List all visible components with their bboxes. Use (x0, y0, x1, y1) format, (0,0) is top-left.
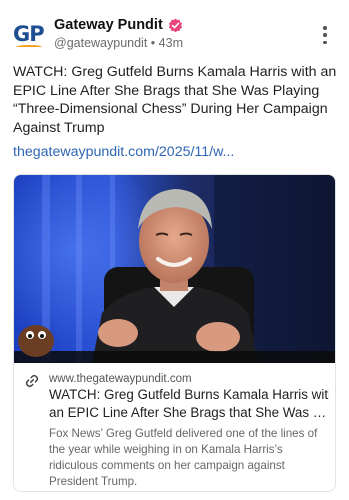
avatar-logo: GP (13, 22, 45, 46)
menu-dot (323, 33, 327, 37)
link-preview-card[interactable]: www.thegatewaypundit.com WATCH: Greg Gut… (13, 174, 336, 492)
post-link[interactable]: thegatewaypundit.com/2025/11/w... (13, 144, 234, 160)
menu-dot (323, 40, 327, 44)
avatar[interactable]: GP (13, 17, 47, 51)
meta-separator: • (150, 36, 156, 50)
author-meta: @gatewaypundit • 43m (54, 36, 183, 50)
author-name[interactable]: Gateway Pundit (54, 17, 163, 33)
more-vertical-icon[interactable] (318, 26, 332, 44)
card-meta[interactable]: www.thegatewaypundit.com WATCH: Greg Gut… (14, 363, 335, 491)
link-icon (25, 374, 39, 388)
card-title-line-2: an EPIC Line After She Brags that She Wa… (49, 404, 329, 420)
card-thumbnail[interactable] (14, 175, 335, 363)
card-title-line-1: WATCH: Greg Gutfeld Burns Kamala Harris … (49, 387, 329, 402)
menu-dot (323, 26, 327, 30)
author-handle[interactable]: @gatewaypundit (54, 36, 147, 50)
post-text: WATCH: Greg Gutfeld Burns Kamala Harris … (13, 64, 337, 136)
post: GP Gateway Pundit @gatewaypundit • 43m W… (0, 0, 349, 500)
card-description: Fox News’ Greg Gutfeld delivered one of … (49, 427, 318, 488)
card-title[interactable]: WATCH: Greg Gutfeld Burns Kamala Harris … (49, 386, 329, 421)
verified-badge-icon (168, 18, 182, 32)
card-domain: www.thegatewaypundit.com (49, 373, 192, 385)
author-name-row[interactable]: Gateway Pundit (54, 17, 183, 33)
logo-swoosh (16, 45, 42, 49)
post-time: 43m (158, 36, 183, 50)
